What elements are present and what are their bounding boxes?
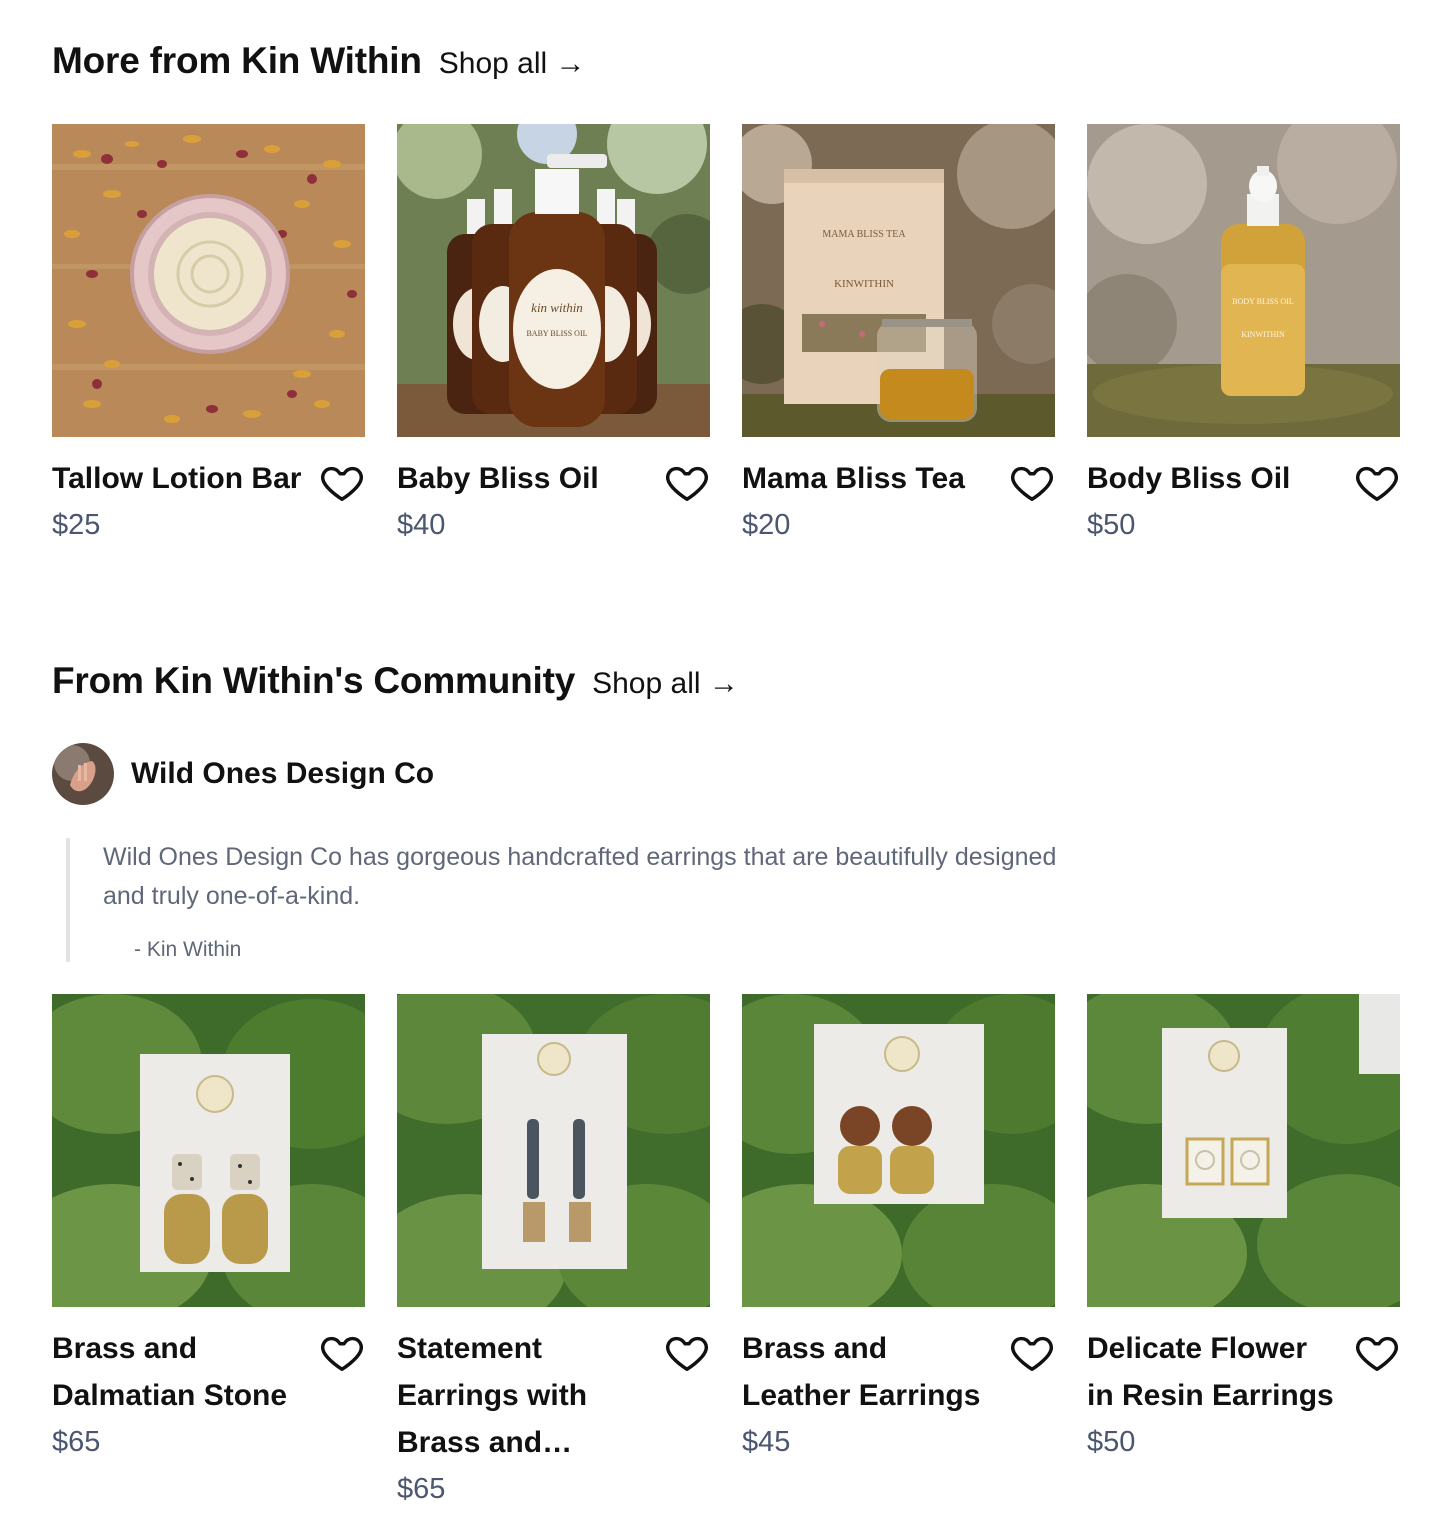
heart-icon[interactable] (1009, 1329, 1055, 1375)
seller-quote: Wild Ones Design Co has gorgeous handcra… (66, 838, 1063, 962)
shop-all-link[interactable]: Shop all → (592, 667, 739, 701)
section-title: From Kin Within's Community (52, 660, 576, 701)
quote-author: - Kin Within (134, 938, 242, 961)
product-name[interactable]: Baby Bliss Oil (397, 455, 647, 502)
heart-icon[interactable] (319, 459, 365, 505)
svg-text:BODY BLISS OIL: BODY BLISS OIL (1232, 297, 1294, 306)
product-card[interactable]: BODY BLISS OIL KINWITHIN Body Bliss Oil … (1087, 124, 1400, 549)
product-price: $65 (52, 1426, 101, 1458)
product-image[interactable] (1087, 994, 1400, 1307)
heart-icon[interactable] (319, 1329, 365, 1375)
product-name[interactable]: Delicate Flower in Resin Earrings (1087, 1325, 1337, 1419)
svg-text:KINWITHIN: KINWITHIN (834, 278, 894, 290)
product-name[interactable]: Brass and Dalmatian Stone (52, 1325, 302, 1419)
product-name[interactable]: Brass and Leather Earrings (742, 1325, 992, 1419)
heart-icon[interactable] (664, 1329, 710, 1375)
product-card[interactable]: kin within BABY BLISS OIL Baby Bliss Oil… (397, 124, 710, 549)
product-price: $40 (397, 509, 446, 541)
product-price: $20 (742, 509, 791, 541)
product-card[interactable]: MAMA BLISS TEA KINWITHIN Mama Bliss Tea … (742, 124, 1055, 549)
product-card[interactable]: Statement Earrings with Brass and… $65 (397, 994, 710, 1513)
product-image[interactable]: kin within BABY BLISS OIL (397, 124, 710, 437)
product-price: $65 (397, 1473, 446, 1505)
avatar[interactable] (52, 743, 114, 805)
section-title: More from Kin Within (52, 40, 422, 81)
product-image[interactable]: BODY BLISS OIL KINWITHIN (1087, 124, 1400, 437)
heart-icon[interactable] (1009, 459, 1055, 505)
product-image[interactable]: MAMA BLISS TEA KINWITHIN (742, 124, 1055, 437)
product-price: $50 (1087, 509, 1136, 541)
product-name[interactable]: Statement Earrings with Brass and… (397, 1325, 647, 1466)
svg-text:MAMA BLISS TEA: MAMA BLISS TEA (822, 229, 906, 240)
product-name[interactable]: Body Bliss Oil (1087, 455, 1337, 502)
product-name[interactable]: Tallow Lotion Bar (52, 455, 302, 502)
product-grid-kin-within: Tallow Lotion Bar $25 kin within BABY BL… (52, 124, 1400, 549)
product-card[interactable]: Delicate Flower in Resin Earrings $50 (1087, 994, 1400, 1513)
product-image[interactable] (52, 994, 365, 1307)
section-header-community: From Kin Within's Community Shop all → (52, 660, 739, 702)
product-image[interactable] (397, 994, 710, 1307)
quote-text: Wild Ones Design Co has gorgeous handcra… (103, 843, 1057, 910)
product-card[interactable]: Tallow Lotion Bar $25 (52, 124, 365, 549)
svg-text:KINWITHIN: KINWITHIN (1241, 330, 1285, 339)
heart-icon[interactable] (664, 459, 710, 505)
svg-text:kin within: kin within (531, 300, 583, 315)
seller-header[interactable]: Wild Ones Design Co (52, 743, 434, 805)
svg-text:BABY BLISS OIL: BABY BLISS OIL (526, 329, 587, 338)
heart-icon[interactable] (1354, 1329, 1400, 1375)
product-grid-community: Brass and Dalmatian Stone $65 Statement … (52, 994, 1400, 1513)
product-price: $25 (52, 509, 101, 541)
product-card[interactable]: Brass and Dalmatian Stone $65 (52, 994, 365, 1513)
product-image[interactable] (742, 994, 1055, 1307)
product-name[interactable]: Mama Bliss Tea (742, 455, 992, 502)
section-header-more-from: More from Kin Within Shop all → (52, 40, 586, 82)
product-card[interactable]: Brass and Leather Earrings $45 (742, 994, 1055, 1513)
product-price: $50 (1087, 1426, 1136, 1458)
product-price: $45 (742, 1426, 791, 1458)
heart-icon[interactable] (1354, 459, 1400, 505)
seller-name[interactable]: Wild Ones Design Co (131, 757, 434, 791)
product-image[interactable] (52, 124, 365, 437)
shop-all-link[interactable]: Shop all → (439, 47, 586, 81)
